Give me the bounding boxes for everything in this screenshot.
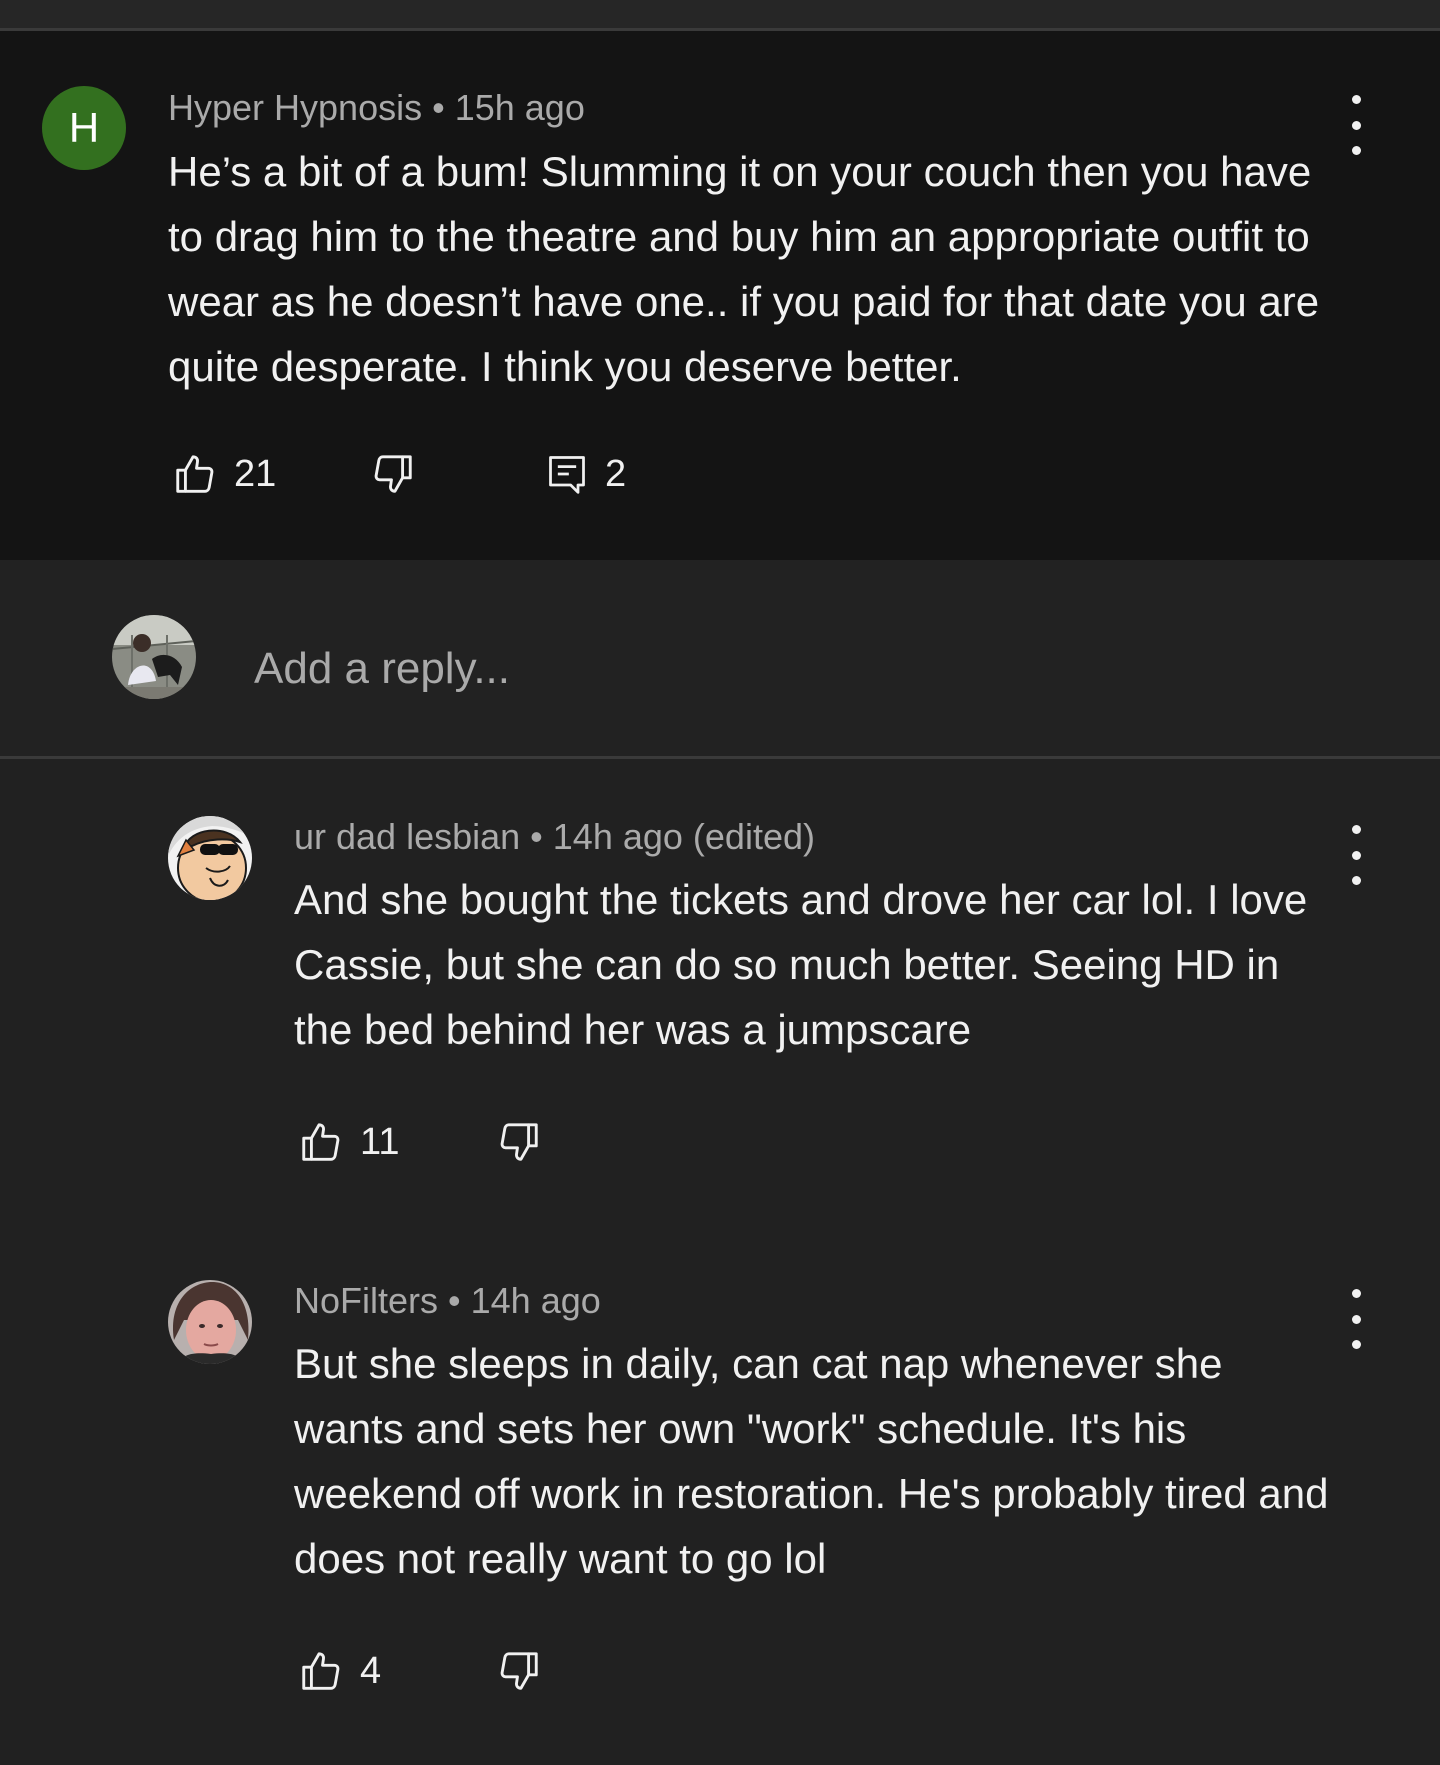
meta-separator: • bbox=[432, 87, 445, 128]
meta-separator: • bbox=[448, 1280, 461, 1321]
reply-author-avatar[interactable] bbox=[168, 816, 252, 900]
thumbs-down-icon bbox=[374, 455, 412, 493]
reply-author-name[interactable]: NoFilters bbox=[294, 1280, 438, 1321]
reply-author-avatar[interactable] bbox=[168, 1280, 252, 1364]
comment-text: He’s a bit of a bum! Slumming it on your… bbox=[168, 148, 1320, 390]
dislike-button[interactable] bbox=[496, 1119, 542, 1165]
reply-input[interactable] bbox=[252, 633, 1256, 705]
thumbs-down-icon bbox=[500, 1123, 538, 1161]
thumbs-up-icon bbox=[302, 1123, 340, 1161]
like-count: 4 bbox=[360, 1649, 382, 1692]
dislike-button[interactable] bbox=[496, 1648, 542, 1694]
add-reply-bar bbox=[0, 560, 1440, 759]
replies-list: ur dad lesbian • 14h ago (edited) And she … bbox=[0, 759, 1440, 1765]
reply-time: 14h ago bbox=[470, 1280, 601, 1321]
reply-count: 2 bbox=[605, 452, 627, 495]
comment-meta: Hyper Hypnosis • 15h ago bbox=[168, 87, 585, 129]
reply-time: 14h ago (edited) bbox=[552, 816, 815, 857]
more-vert-icon[interactable] bbox=[1341, 825, 1371, 885]
dislike-button[interactable] bbox=[370, 451, 416, 497]
author-name[interactable]: Hyper Hypnosis bbox=[168, 87, 422, 128]
replies-button[interactable]: 2 bbox=[545, 451, 626, 497]
thumbs-down-icon bbox=[500, 1652, 538, 1690]
comment-icon bbox=[549, 456, 585, 494]
top-strip bbox=[0, 0, 1440, 31]
reply-text: But she sleeps in daily, can cat nap whe… bbox=[294, 1340, 1329, 1582]
thumbs-up-icon bbox=[176, 455, 214, 493]
like-count: 21 bbox=[234, 452, 277, 495]
like-button[interactable]: 11 bbox=[298, 1119, 399, 1165]
my-avatar[interactable] bbox=[112, 615, 196, 699]
comment-time: 15h ago bbox=[454, 87, 585, 128]
like-button[interactable]: 21 bbox=[172, 451, 276, 497]
reply-author-name[interactable]: ur dad lesbian bbox=[294, 816, 520, 857]
more-vert-icon[interactable] bbox=[1341, 1289, 1371, 1349]
parent-comment: H Hyper Hypnosis • 15h ago He’s a bit of a… bbox=[0, 31, 1440, 560]
like-count: 11 bbox=[360, 1120, 400, 1163]
reply-meta: NoFilters • 14h ago bbox=[294, 1280, 601, 1322]
reply-text: And she bought the tickets and drove her… bbox=[294, 876, 1308, 1053]
meta-separator: • bbox=[530, 816, 543, 857]
reply-meta: ur dad lesbian • 14h ago (edited) bbox=[294, 816, 815, 858]
thumbs-up-icon bbox=[302, 1652, 340, 1690]
author-avatar[interactable]: H bbox=[42, 86, 126, 170]
like-button[interactable]: 4 bbox=[298, 1648, 381, 1694]
